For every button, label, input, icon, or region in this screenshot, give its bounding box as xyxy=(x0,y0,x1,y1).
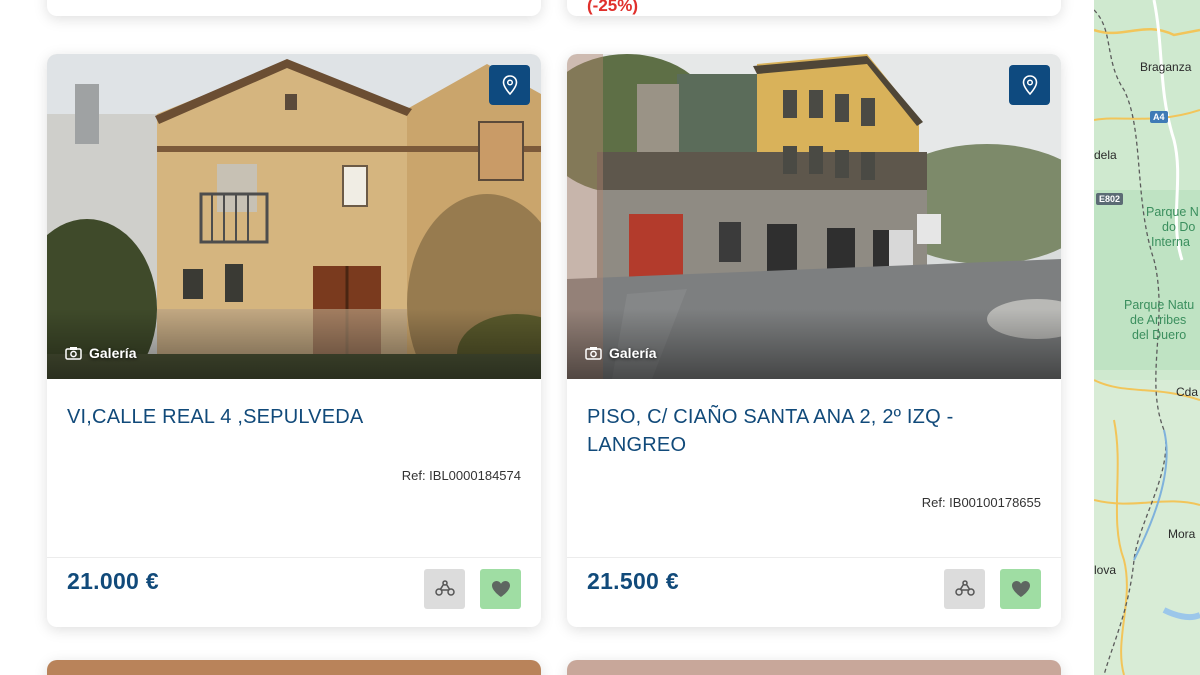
listing-price: 21.500 € xyxy=(587,568,679,594)
compare-icon xyxy=(434,580,455,596)
gallery-link[interactable]: Galería xyxy=(65,345,136,361)
map-pin-button[interactable] xyxy=(489,65,530,105)
card-divider xyxy=(47,557,541,558)
gallery-label: Galería xyxy=(609,345,657,361)
house-photo-sepulveda xyxy=(47,54,541,379)
favorite-button[interactable] xyxy=(480,569,521,609)
listing-photo[interactable]: Galería xyxy=(47,54,541,379)
compare-button[interactable] xyxy=(944,569,985,609)
listing-ref: Ref: IB00100178655 xyxy=(921,495,1041,510)
map-label-park-douro-1: Parque N xyxy=(1146,205,1199,219)
gallery-link[interactable]: Galería xyxy=(585,345,656,361)
listing-photo[interactable]: Galería xyxy=(567,54,1061,379)
listing-title[interactable]: VI,CALLE REAL 4 ,SEPULVEDA xyxy=(67,403,471,431)
discount-badge: (-25%) xyxy=(587,0,639,15)
next-card-right[interactable] xyxy=(567,660,1061,675)
map-label-lova: lova xyxy=(1094,563,1117,577)
previous-card-left[interactable] xyxy=(47,0,541,16)
map-label-arribes-1: Parque Natu xyxy=(1124,298,1195,312)
next-card-left[interactable] xyxy=(47,660,541,675)
map-label-arribes-2: de Arribes xyxy=(1130,313,1187,327)
map-road-a4: A4 xyxy=(1150,111,1168,123)
card-divider xyxy=(567,557,1061,558)
compare-button[interactable] xyxy=(424,569,465,609)
map-pin-icon xyxy=(502,75,517,95)
listing-card[interactable]: Galería PISO, C/ CIAÑO SANTA ANA 2, 2º I… xyxy=(567,54,1061,627)
building-photo-langreo xyxy=(567,54,1061,379)
listing-ref: Ref: IBL0000184574 xyxy=(401,468,521,483)
map-label-braganza: Braganza xyxy=(1140,60,1192,74)
map-label-cda: Cda xyxy=(1176,385,1199,399)
map-label-park-douro-2: do Do xyxy=(1162,220,1196,234)
gallery-label: Galería xyxy=(89,345,137,361)
listing-price: 21.000 € xyxy=(67,568,159,594)
map-label-dela: dela xyxy=(1094,148,1117,162)
camera-icon xyxy=(585,347,602,360)
previous-card-right[interactable]: (-25%) xyxy=(567,0,1061,16)
map-label-mora: Mora xyxy=(1168,527,1196,541)
map-road-e802: E802 xyxy=(1096,193,1124,205)
map-pin-button[interactable] xyxy=(1009,65,1050,105)
map-label-arribes-3: del Duero xyxy=(1132,328,1187,342)
listing-card[interactable]: Galería VI,CALLE REAL 4 ,SEPULVEDA Ref: … xyxy=(47,54,541,627)
heart-icon xyxy=(1011,581,1030,597)
map-label-park-douro-3: Interna xyxy=(1151,235,1190,249)
compare-icon xyxy=(954,580,975,596)
camera-icon xyxy=(65,347,82,360)
map-panel[interactable]: Braganza A4 dela E802 Parque N do Do Int… xyxy=(1094,0,1200,675)
heart-icon xyxy=(491,581,510,597)
favorite-button[interactable] xyxy=(1000,569,1041,609)
map-pin-icon xyxy=(1022,75,1037,95)
listing-title[interactable]: PISO, C/ CIAÑO SANTA ANA 2, 2º IZQ - LAN… xyxy=(587,403,991,459)
